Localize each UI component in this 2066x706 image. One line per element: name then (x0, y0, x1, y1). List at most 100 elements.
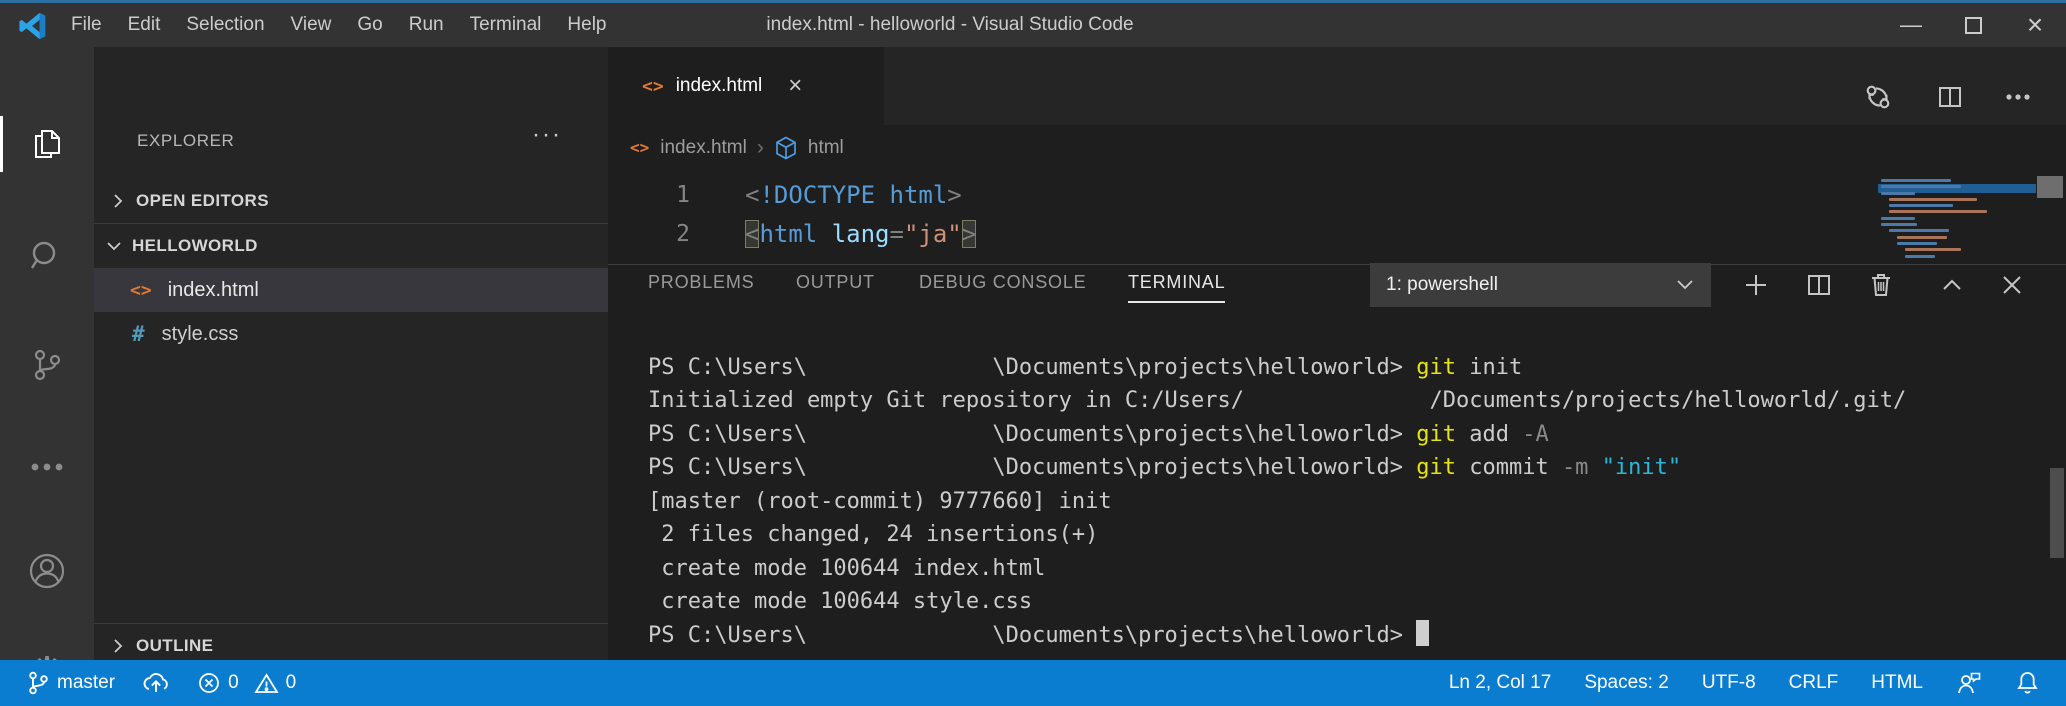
terminal-line: create mode 100644 index.html (648, 552, 1906, 585)
menu-edit[interactable]: Edit (115, 14, 174, 36)
terminal-line: create mode 100644 style.css (648, 585, 1906, 618)
text-segment: PS C:\Users\ \Documents\projects\hellowo… (648, 623, 1416, 648)
open-changes-button[interactable] (1860, 79, 1896, 115)
sidebar-item-explorer[interactable] (0, 116, 94, 172)
minimap[interactable] (1881, 179, 2031, 265)
terminal-line: Initialized empty Git repository in C:/U… (648, 384, 1906, 417)
terminal-line: 2 files changed, 24 insertions(+) (648, 518, 1906, 551)
split-editor-button[interactable] (1932, 79, 1968, 115)
menu-go[interactable]: Go (344, 14, 395, 36)
text-segment: git (1416, 422, 1456, 447)
text-segment: create mode 100644 style.css (648, 589, 1032, 614)
sidebar-item-source-control[interactable] (0, 337, 94, 393)
sync-status-item[interactable] (141, 671, 171, 695)
ellipsis-icon (29, 461, 65, 473)
ellipsis-icon (2005, 93, 2031, 101)
status-bar: master 0 0 (0, 660, 2066, 706)
open-editors-header[interactable]: OPEN EDITORS (94, 178, 608, 223)
close-panel-button[interactable] (1994, 267, 2030, 303)
text-segment: -m (1562, 455, 1589, 480)
close-button[interactable]: × (2004, 3, 2066, 47)
minimap-line (1889, 229, 1949, 232)
chevron-up-icon (1939, 274, 1965, 296)
text-segment: git (1416, 455, 1456, 480)
vscode-logo-icon[interactable] (18, 11, 48, 41)
text-segment: > (947, 181, 961, 209)
eol-item[interactable]: CRLF (1789, 672, 1839, 694)
outline-label: OUTLINE (136, 636, 213, 656)
chevron-right-icon (108, 191, 128, 211)
file-item-style-css[interactable]: # style.css (94, 312, 608, 356)
new-terminal-button[interactable] (1738, 267, 1774, 303)
cloud-upload-icon (141, 671, 171, 695)
text-segment (817, 220, 831, 248)
minimap-line (1889, 198, 1977, 201)
maximize-icon (1965, 17, 1982, 34)
breadcrumb-item-file[interactable]: index.html (660, 137, 747, 159)
account-button[interactable] (0, 543, 94, 599)
files-icon (29, 126, 65, 162)
cursor-position-item[interactable]: Ln 2, Col 17 (1449, 672, 1551, 694)
title-bar: File Edit Selection View Go Run Terminal… (0, 3, 2066, 47)
split-panel-icon (1805, 271, 1833, 299)
html-file-icon: <> (130, 280, 152, 301)
panel-scrollbar-thumb[interactable] (2050, 468, 2064, 558)
minimap-line (1881, 179, 1951, 182)
menu-run[interactable]: Run (396, 14, 457, 36)
text-segment: [master (root-commit) 9777660] init (648, 489, 1112, 514)
text-segment: Initialized empty Git repository in C:/U… (648, 388, 1906, 413)
terminal-line: PS C:\Users\ \Documents\projects\hellowo… (648, 451, 1906, 484)
menu-file[interactable]: File (58, 14, 115, 36)
panel-tab-debug-console[interactable]: DEBUG CONSOLE (919, 272, 1086, 301)
menu-terminal[interactable]: Terminal (457, 14, 555, 36)
minimap-line (1889, 204, 1953, 207)
text-segment: html (759, 220, 817, 248)
panel-tab-output[interactable]: OUTPUT (796, 272, 875, 301)
folder-header-helloworld[interactable]: HELLOWORLD (94, 224, 608, 268)
editor-more-actions-button[interactable] (2000, 79, 2036, 115)
sidebar-item-search[interactable] (0, 229, 94, 285)
minimap-line (1889, 210, 1987, 213)
feedback-person-icon (1956, 670, 1982, 696)
minimize-button[interactable]: — (1880, 3, 1942, 47)
split-terminal-button[interactable] (1801, 267, 1837, 303)
encoding-item[interactable]: UTF-8 (1702, 672, 1756, 694)
text-segment: PS C:\Users\ \Documents\projects\hellowo… (648, 422, 1416, 447)
breadcrumb-item-symbol[interactable]: html (808, 137, 844, 159)
split-editor-icon (1936, 83, 1964, 111)
error-icon (197, 671, 221, 695)
terminal-shell-dropdown[interactable]: 1: powershell (1370, 263, 1711, 307)
sidebar-more-actions[interactable]: ··· (532, 121, 562, 149)
menu-selection[interactable]: Selection (173, 14, 277, 36)
menu-bar: File Edit Selection View Go Run Terminal… (58, 3, 620, 47)
indentation-item[interactable]: Spaces: 2 (1584, 672, 1669, 694)
explorer-sidebar: EXPLORER ··· OPEN EDITORS HELLOWORLD <> … (94, 47, 608, 660)
editor-scrollbar-thumb[interactable] (2037, 176, 2063, 198)
file-item-index-html[interactable]: <> index.html (94, 268, 608, 312)
text-segment: < (745, 181, 759, 209)
panel-tab-problems[interactable]: PROBLEMS (648, 272, 754, 301)
code-editor[interactable]: 1<!DOCTYPE html>2<html lang="ja"> (608, 176, 1908, 254)
maximize-panel-button[interactable] (1934, 267, 1970, 303)
branch-status-item[interactable]: master (26, 670, 115, 696)
language-mode-item[interactable]: HTML (1871, 672, 1923, 694)
notifications-item[interactable] (2015, 670, 2040, 696)
tab-close-icon[interactable]: × (788, 72, 802, 100)
terminal-line: PS C:\Users\ \Documents\projects\hellowo… (648, 351, 1906, 384)
text-segment: "ja" (904, 220, 962, 248)
warning-count: 0 (286, 672, 297, 694)
maximize-button[interactable] (1942, 3, 2004, 47)
feedback-item[interactable] (1956, 670, 1982, 696)
breadcrumb-separator: › (757, 136, 764, 160)
html-file-icon: <> (630, 138, 649, 157)
text-segment: add (1456, 422, 1522, 447)
problems-status-item[interactable]: 0 0 (197, 671, 296, 695)
terminal-output[interactable]: PS C:\Users\ \Documents\projects\hellowo… (648, 351, 1906, 652)
kill-terminal-button[interactable] (1863, 267, 1899, 303)
sidebar-item-more-views[interactable] (0, 439, 94, 495)
minimap-line (1897, 236, 1947, 239)
tab-index-html[interactable]: <> index.html × (608, 47, 884, 125)
menu-view[interactable]: View (278, 14, 345, 36)
panel-tab-terminal[interactable]: TERMINAL (1128, 272, 1225, 303)
vscode-window: File Edit Selection View Go Run Terminal… (0, 0, 2066, 706)
